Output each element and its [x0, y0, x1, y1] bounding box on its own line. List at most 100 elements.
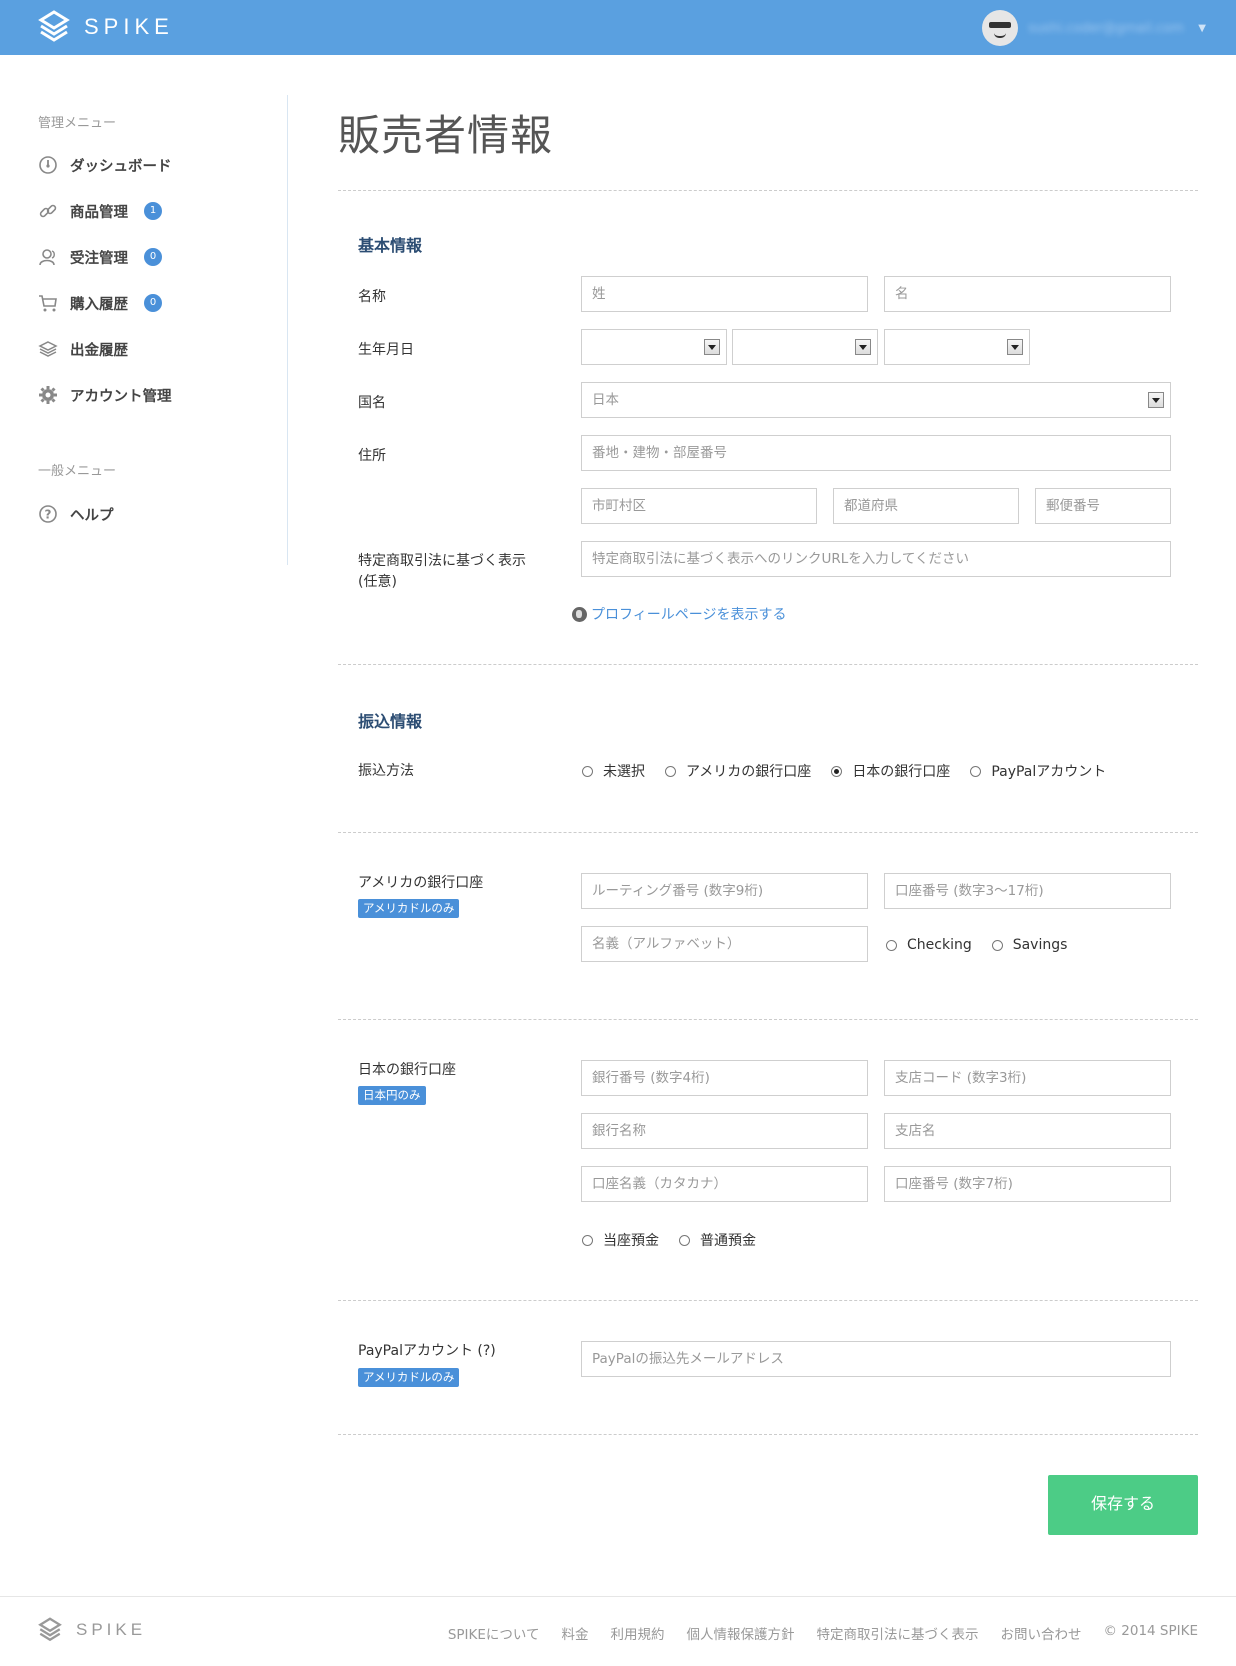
divider — [338, 1019, 1198, 1020]
radio-unselected[interactable]: 未選択 — [582, 761, 645, 781]
svg-text:?: ? — [45, 508, 52, 522]
legal-label: 特定商取引法に基づく表示 — [358, 553, 526, 569]
chevron-down-icon — [1007, 339, 1023, 355]
transfer-info-title: 振込情報 — [358, 712, 423, 731]
address-label: 住所 — [358, 448, 386, 464]
branch-code-input[interactable]: 支店コード (数字3桁) — [884, 1060, 1171, 1096]
sidebar-item-label: 商品管理 — [70, 204, 128, 221]
country-value: 日本 — [592, 392, 619, 408]
transfer-method-label: 振込方法 — [358, 763, 414, 779]
user-email: sushi.coder@gmail.com — [1028, 20, 1184, 36]
us-account-name-input[interactable]: 名義（アルファベット） — [581, 926, 868, 962]
routing-number-input[interactable]: ルーティング番号 (数字9桁) — [581, 873, 868, 909]
cart-icon — [38, 293, 58, 313]
jp-account-number-input[interactable]: 口座番号 (数字7桁) — [884, 1166, 1171, 1202]
sidebar-item-help[interactable]: ? ヘルプ — [38, 502, 114, 526]
radio-current-account[interactable]: 当座預金 — [582, 1230, 659, 1250]
header-brand: SPIKE — [84, 14, 174, 39]
footer-link-about[interactable]: SPIKEについて — [448, 1623, 540, 1643]
basic-info-title: 基本情報 — [358, 236, 423, 255]
radio-checking[interactable]: Checking — [886, 937, 972, 953]
chevron-down-icon — [1148, 392, 1164, 408]
footer-copyright: © 2014 SPIKE — [1103, 1623, 1198, 1639]
header-logo[interactable]: SPIKE — [38, 10, 174, 44]
radio-us-bank[interactable]: アメリカの銀行口座 — [665, 761, 811, 781]
user-menu[interactable]: sushi.coder@gmail.com ▼ — [982, 10, 1206, 46]
footer-link-privacy[interactable]: 個人情報保護方針 — [686, 1623, 794, 1643]
sidebar-item-label: 受注管理 — [70, 250, 128, 267]
chevron-down-icon[interactable]: ▼ — [1198, 23, 1206, 34]
divider — [338, 1434, 1198, 1435]
sidebar-item-orders[interactable]: 受注管理 0 — [38, 245, 162, 269]
jp-bank-label: 日本の銀行口座 — [358, 1062, 456, 1078]
birth-day-select[interactable] — [884, 329, 1030, 365]
zip-input[interactable]: 郵便番号 — [1035, 488, 1171, 524]
bank-name-input[interactable]: 銀行名称 — [581, 1113, 868, 1149]
country-label: 国名 — [358, 395, 386, 411]
divider — [338, 832, 1198, 833]
top-header: SPIKE sushi.coder@gmail.com ▼ — [0, 0, 1236, 55]
paypal-email-input[interactable]: PayPalの振込先メールアドレス — [581, 1341, 1171, 1377]
sidebar-item-label: ヘルプ — [70, 507, 114, 524]
sidebar-item-withdrawals[interactable]: 出金履歴 — [38, 337, 128, 361]
footer-brand: SPIKE — [76, 1620, 147, 1639]
legal-url-input[interactable]: 特定商取引法に基づく表示へのリンクURLを入力してください — [581, 541, 1171, 577]
profile-page-link[interactable]: プロフィールページを表示する — [572, 604, 786, 624]
sidebar-item-products[interactable]: 商品管理 1 — [38, 199, 162, 223]
divider — [338, 1300, 1198, 1301]
chevron-down-icon — [855, 339, 871, 355]
footer-links: SPIKEについて 料金 利用規約 個人情報保護方針 特定商取引法に基づく表示 … — [448, 1623, 1198, 1643]
link-icon — [38, 201, 58, 221]
layers-icon — [38, 339, 58, 359]
footer-link-terms[interactable]: 利用規約 — [610, 1623, 664, 1643]
spike-logo-icon — [38, 1617, 62, 1642]
users-icon — [38, 247, 58, 267]
birth-month-select[interactable] — [732, 329, 878, 365]
jp-account-type-group: 当座預金 普通預金 — [582, 1230, 776, 1250]
transfer-method-group: 未選択 アメリカの銀行口座 日本の銀行口座 PayPalアカウント — [582, 761, 1126, 781]
us-account-number-input[interactable]: 口座番号 (数字3〜17桁) — [884, 873, 1171, 909]
last-name-input[interactable]: 姓 — [581, 276, 868, 312]
radio-ordinary-account[interactable]: 普通預金 — [679, 1230, 756, 1250]
country-select[interactable]: 日本 — [581, 382, 1171, 418]
divider — [338, 190, 1198, 191]
divider — [338, 664, 1198, 665]
admin-menu-heading: 管理メニュー — [38, 116, 117, 131]
footer-link-pricing[interactable]: 料金 — [561, 1623, 588, 1643]
radio-jp-bank[interactable]: 日本の銀行口座 — [831, 761, 950, 781]
sidebar-item-dashboard[interactable]: ダッシュボード — [38, 153, 172, 177]
radio-paypal[interactable]: PayPalアカウント — [970, 761, 1106, 781]
address-input[interactable]: 番地・建物・部屋番号 — [581, 435, 1171, 471]
usd-only-tag: アメリカドルのみ — [358, 899, 460, 918]
prefecture-input[interactable]: 都道府県 — [833, 488, 1019, 524]
footer-link-contact[interactable]: お問い合わせ — [1000, 1623, 1081, 1643]
account-holder-input[interactable]: 口座名義（カタカナ） — [581, 1166, 868, 1202]
footer-logo[interactable]: SPIKE — [38, 1617, 146, 1643]
help-icon: ? — [38, 504, 58, 524]
general-menu-heading: 一般メニュー — [38, 464, 117, 479]
first-name-input[interactable]: 名 — [884, 276, 1171, 312]
globe-icon — [572, 606, 587, 622]
avatar[interactable] — [982, 10, 1019, 46]
us-bank-label: アメリカの銀行口座 — [358, 875, 484, 891]
sidebar-item-account[interactable]: アカウント管理 — [38, 383, 172, 407]
radio-savings[interactable]: Savings — [991, 937, 1067, 953]
usd-only-tag: アメリカドルのみ — [358, 1368, 460, 1387]
sidebar-item-label: 出金履歴 — [70, 342, 128, 359]
footer-link-legal[interactable]: 特定商取引法に基づく表示 — [816, 1623, 978, 1643]
count-badge: 0 — [144, 248, 162, 266]
spike-logo-icon — [38, 10, 70, 42]
name-label: 名称 — [358, 289, 386, 305]
page-title: 販売者情報 — [338, 111, 554, 160]
us-account-type-group: Checking Savings — [886, 937, 1087, 953]
bank-code-input[interactable]: 銀行番号 (数字4桁) — [581, 1060, 868, 1096]
branch-name-input[interactable]: 支店名 — [884, 1113, 1171, 1149]
profile-link-text: プロフィールページを表示する — [591, 607, 787, 623]
save-button[interactable]: 保存する — [1048, 1475, 1198, 1535]
city-input[interactable]: 市町村区 — [581, 488, 817, 524]
legal-optional-label: (任意) — [358, 574, 397, 590]
jpy-only-tag: 日本円のみ — [358, 1086, 426, 1105]
sidebar-item-purchases[interactable]: 購入履歴 0 — [38, 291, 162, 315]
birth-label: 生年月日 — [358, 342, 414, 358]
birth-year-select[interactable] — [581, 329, 727, 365]
